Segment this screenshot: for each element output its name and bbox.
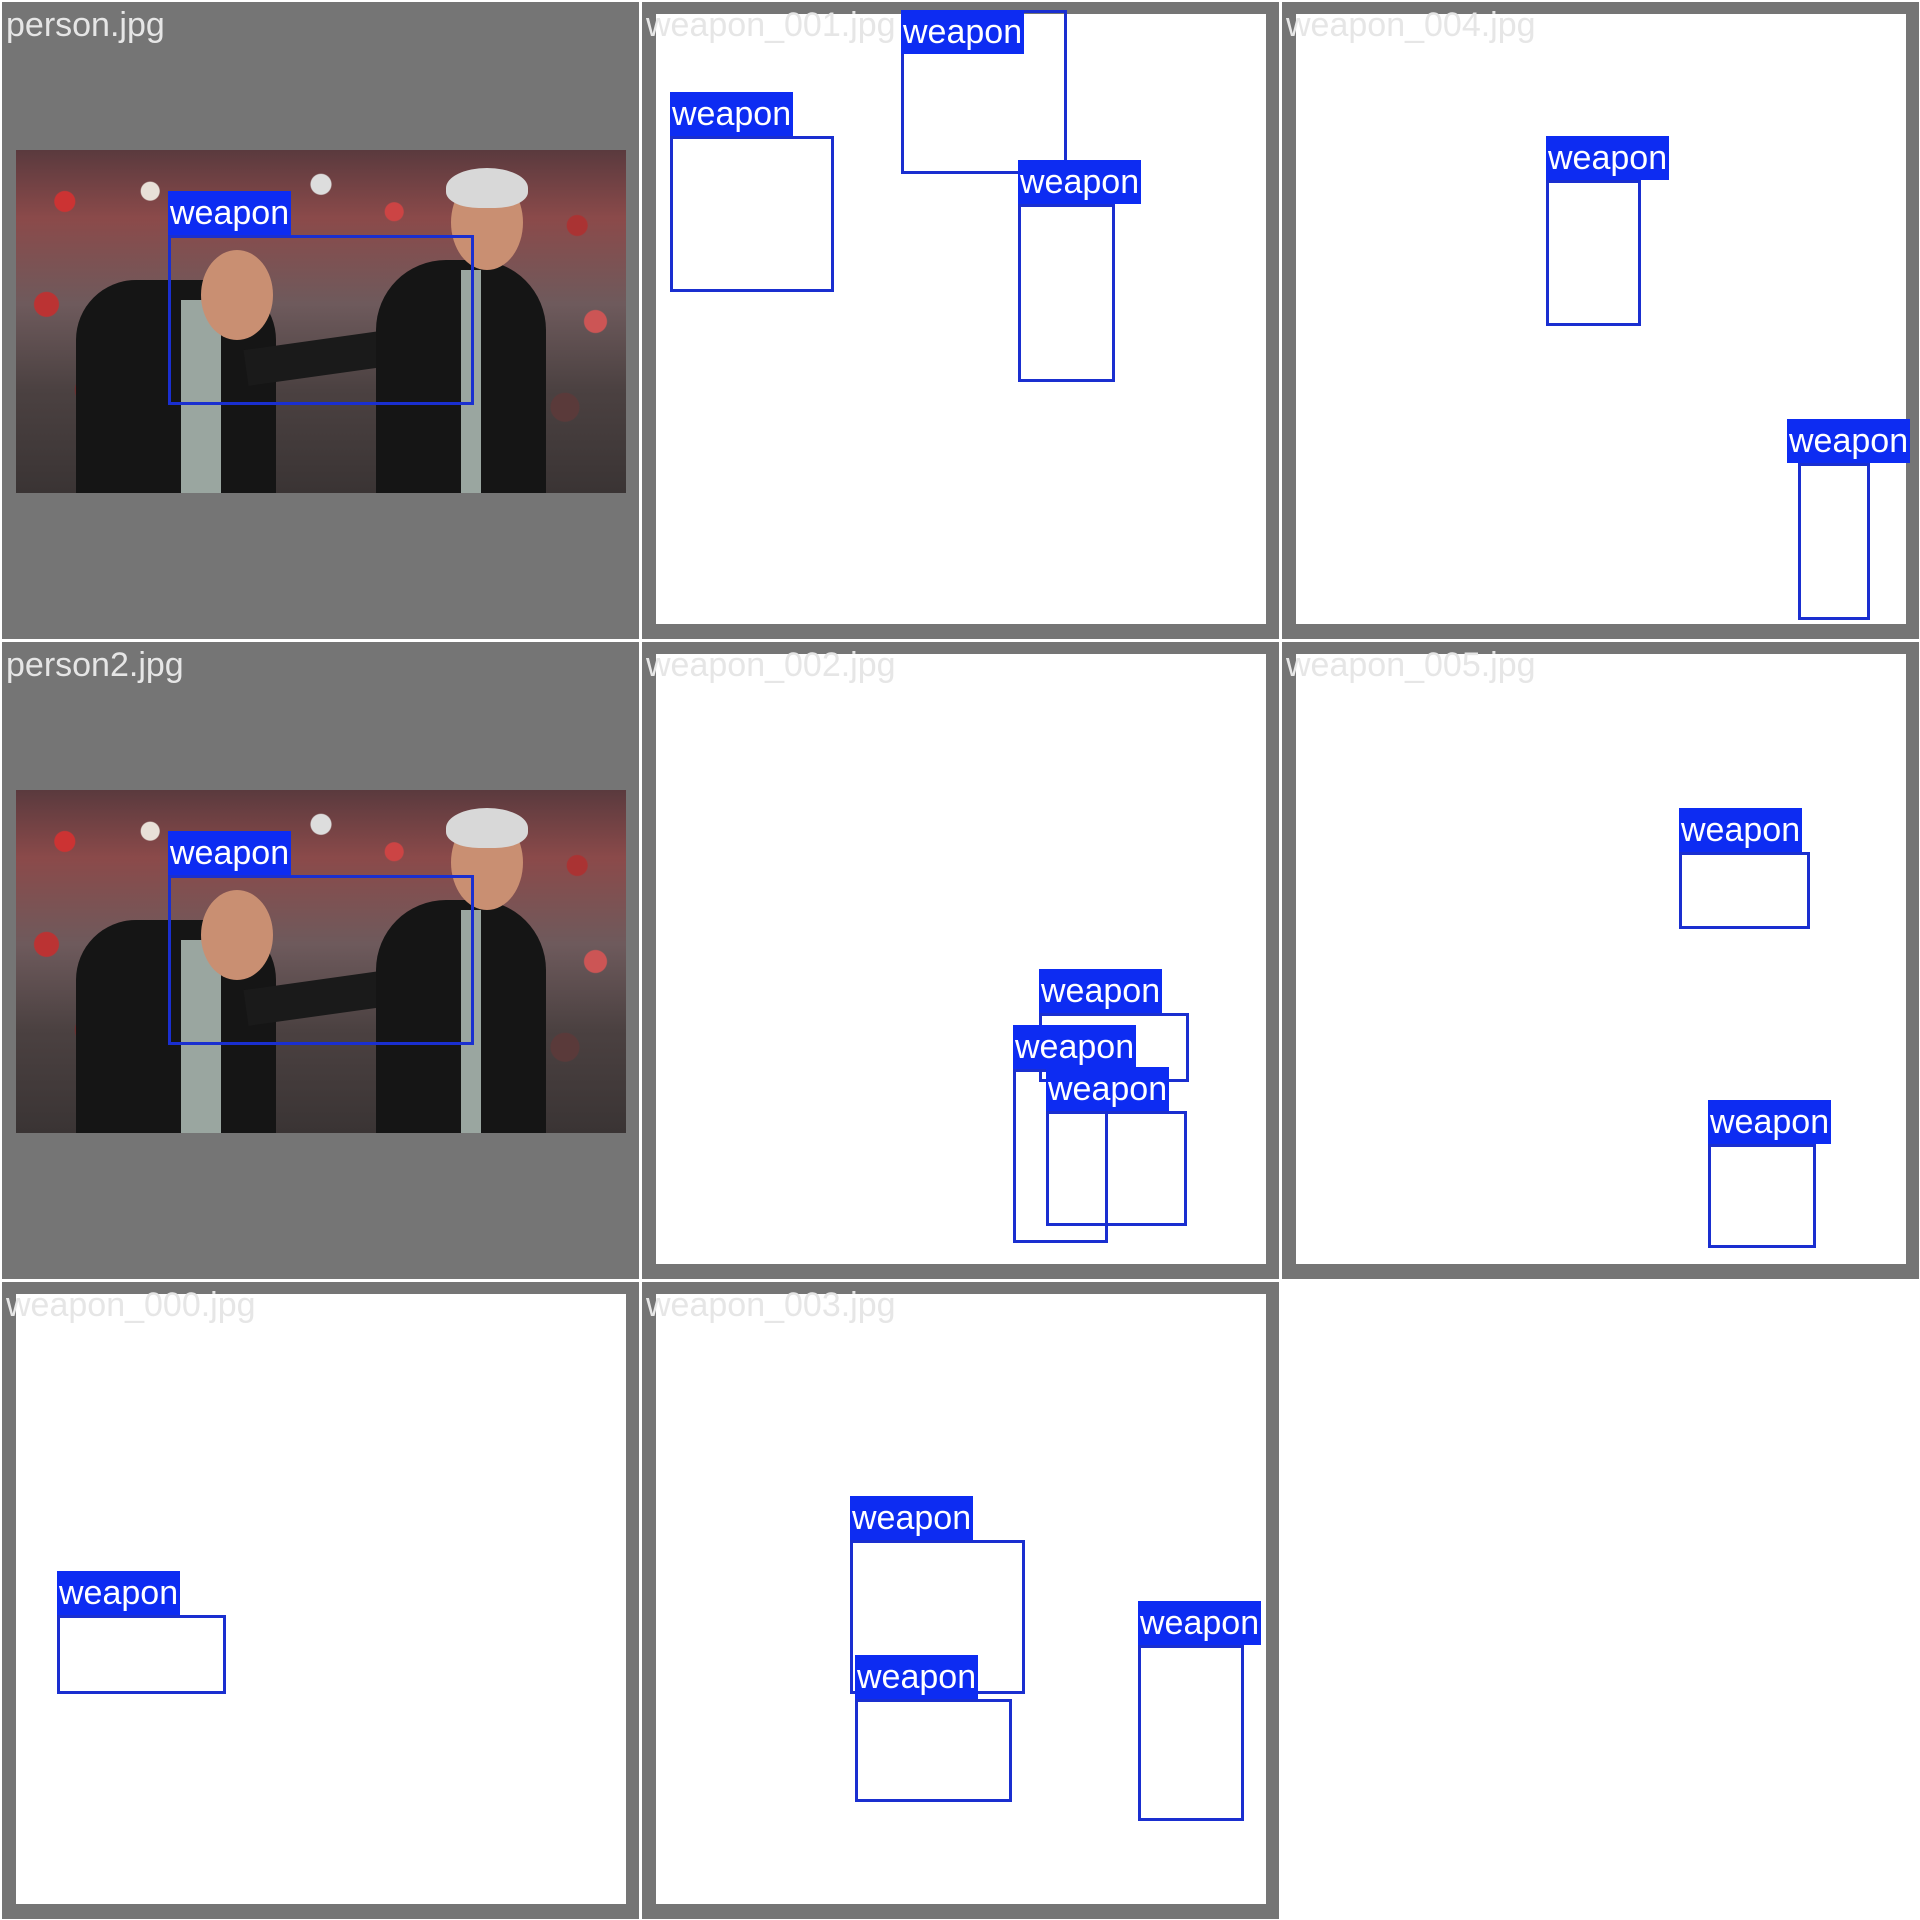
detection-label: weapon	[57, 1571, 181, 1615]
detection-label: weapon	[1039, 969, 1163, 1013]
tile-person: weapon person.jpg	[2, 2, 639, 639]
image-filename: weapon_003.jpg	[646, 1286, 896, 1324]
image-filename: weapon_005.jpg	[1286, 646, 1536, 684]
detection-box	[670, 136, 834, 292]
detection-label: weapon	[1708, 1100, 1832, 1144]
image-filename: person.jpg	[6, 6, 165, 44]
detection-box	[168, 875, 474, 1045]
detection-label: weapon	[850, 1496, 974, 1540]
tile-weapon-000: weapon_000.jpg weapon	[2, 1282, 639, 1919]
detection-box	[1018, 204, 1115, 382]
detection-label: weapon	[1013, 1025, 1137, 1069]
image-filename: person2.jpg	[6, 646, 184, 684]
image-filename: weapon_002.jpg	[646, 646, 896, 684]
detection-label: weapon	[1679, 808, 1803, 852]
detection-label: weapon	[1138, 1601, 1262, 1645]
tile-weapon-003: weapon_003.jpg weapon weapon weapon	[642, 1282, 1279, 1919]
detection-label: weapon	[1046, 1067, 1170, 1111]
detection-label: weapon	[1546, 136, 1670, 180]
detection-box	[1798, 463, 1870, 620]
detection-label: weapon	[855, 1655, 979, 1699]
person-right-hair	[446, 168, 528, 208]
image-filename: weapon_001.jpg	[646, 6, 896, 44]
detection-box	[1546, 180, 1641, 326]
detection-box	[1679, 852, 1810, 929]
detection-label: weapon	[670, 92, 794, 136]
detection-label: weapon	[1018, 160, 1142, 204]
detection-box	[57, 1615, 226, 1694]
tile-weapon-002: weapon_002.jpg weapon weapon weapon	[642, 642, 1279, 1279]
detection-box	[1708, 1144, 1816, 1248]
detection-box	[1046, 1111, 1187, 1226]
image-filename: weapon_004.jpg	[1286, 6, 1536, 44]
person-right-hair	[446, 808, 528, 848]
tile-weapon-001: weapon_001.jpg weapon weapon weapon	[642, 2, 1279, 639]
detection-box	[855, 1699, 1012, 1802]
tile-person2: weapon person2.jpg	[2, 642, 639, 1279]
detection-box	[1138, 1645, 1244, 1821]
detection-box	[168, 235, 474, 405]
image-filename: weapon_000.jpg	[6, 1286, 256, 1324]
detection-label: weapon	[168, 831, 292, 875]
tile-weapon-005: weapon_005.jpg weapon weapon	[1282, 642, 1919, 1279]
detection-label: weapon	[901, 10, 1025, 54]
tile-weapon-004: weapon_004.jpg weapon weapon	[1282, 2, 1919, 639]
detection-label: weapon	[1787, 419, 1911, 463]
detection-label: weapon	[168, 191, 292, 235]
